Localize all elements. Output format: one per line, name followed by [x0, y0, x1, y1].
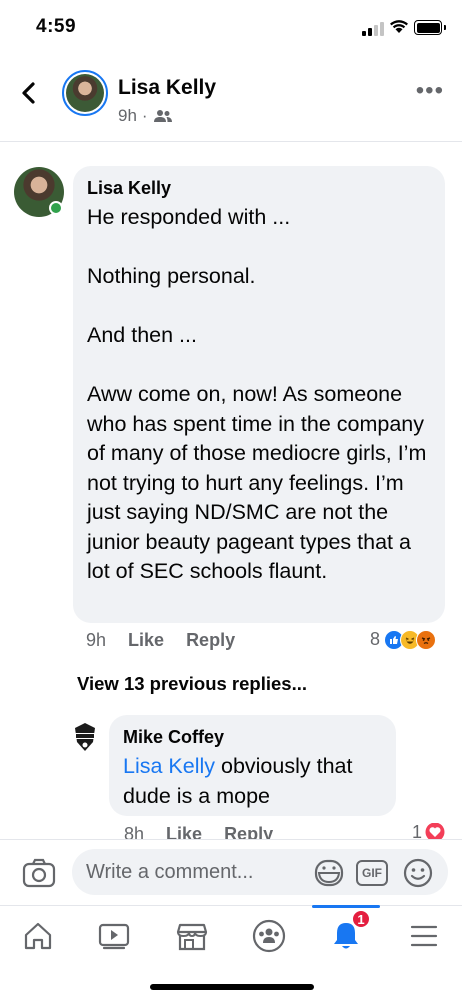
gif-button[interactable]: GIF	[356, 860, 388, 886]
comment-composer: GIF	[0, 839, 462, 905]
wifi-icon	[390, 20, 408, 33]
status-time: 4:59	[36, 16, 77, 37]
profile-avatar[interactable]	[62, 70, 108, 116]
groups-icon	[252, 919, 286, 953]
tab-marketplace[interactable]	[172, 916, 212, 956]
comment-bubble: Lisa Kelly He responded with ... Nothing…	[73, 166, 445, 623]
meta-separator: ·	[141, 106, 148, 125]
reply-text: Lisa Kelly obviously that dude is a mope	[123, 752, 382, 811]
sticker-icon[interactable]	[314, 859, 344, 887]
post-time: 9h	[118, 106, 137, 125]
reply-actions: 8h Like Reply	[124, 824, 273, 840]
camera-icon[interactable]	[22, 858, 56, 888]
comment-author[interactable]: Lisa Kelly	[87, 178, 431, 199]
status-bar: 4:59	[0, 0, 462, 58]
more-options-icon[interactable]: •••	[416, 79, 444, 103]
post-header: Lisa Kelly 9h · •••	[0, 58, 462, 142]
reply-avatar[interactable]	[68, 720, 102, 754]
battery-icon	[414, 20, 446, 35]
friends-audience-icon	[153, 110, 172, 122]
comment-time: 9h	[86, 630, 107, 650]
active-tab-indicator	[312, 905, 380, 908]
video-icon	[98, 923, 130, 950]
comment-text: He responded with ... Nothing personal. …	[87, 205, 427, 583]
profile-name[interactable]: Lisa Kelly	[118, 76, 216, 100]
tab-groups[interactable]	[249, 916, 289, 956]
post-meta: 9h ·	[118, 106, 173, 126]
reply-reply-button[interactable]: Reply	[224, 824, 273, 840]
signal-icon	[362, 22, 384, 36]
emoji-icon[interactable]	[403, 858, 433, 888]
notification-badge: 1	[351, 909, 371, 929]
online-status-icon	[49, 201, 63, 215]
comment-input[interactable]	[72, 849, 448, 895]
gif-label: GIF	[362, 866, 382, 880]
view-previous-replies-link[interactable]: View 13 previous replies...	[77, 673, 307, 695]
reaction-count: 8	[370, 629, 381, 649]
comment-like-button[interactable]: Like	[128, 630, 164, 651]
back-icon[interactable]	[14, 78, 44, 108]
comment-reply-button[interactable]: Reply	[186, 630, 235, 651]
menu-icon	[410, 925, 438, 947]
comment-actions: 9h Like Reply	[86, 630, 235, 651]
angry-icon	[416, 629, 437, 650]
tab-home[interactable]	[18, 916, 58, 956]
comment-reactions[interactable]: 8	[370, 629, 437, 650]
reply-mention-link[interactable]: Lisa Kelly	[123, 754, 215, 778]
marketplace-icon	[176, 923, 208, 951]
home-icon	[24, 922, 52, 950]
reply-author[interactable]: Mike Coffey	[123, 727, 382, 748]
home-indicator	[150, 984, 314, 990]
reply-bubble: Mike Coffey Lisa Kelly obviously that du…	[109, 715, 396, 816]
tab-video[interactable]	[94, 916, 134, 956]
reply-like-button[interactable]: Like	[166, 824, 202, 840]
reply-time: 8h	[124, 824, 145, 840]
tab-menu[interactable]	[404, 916, 444, 956]
